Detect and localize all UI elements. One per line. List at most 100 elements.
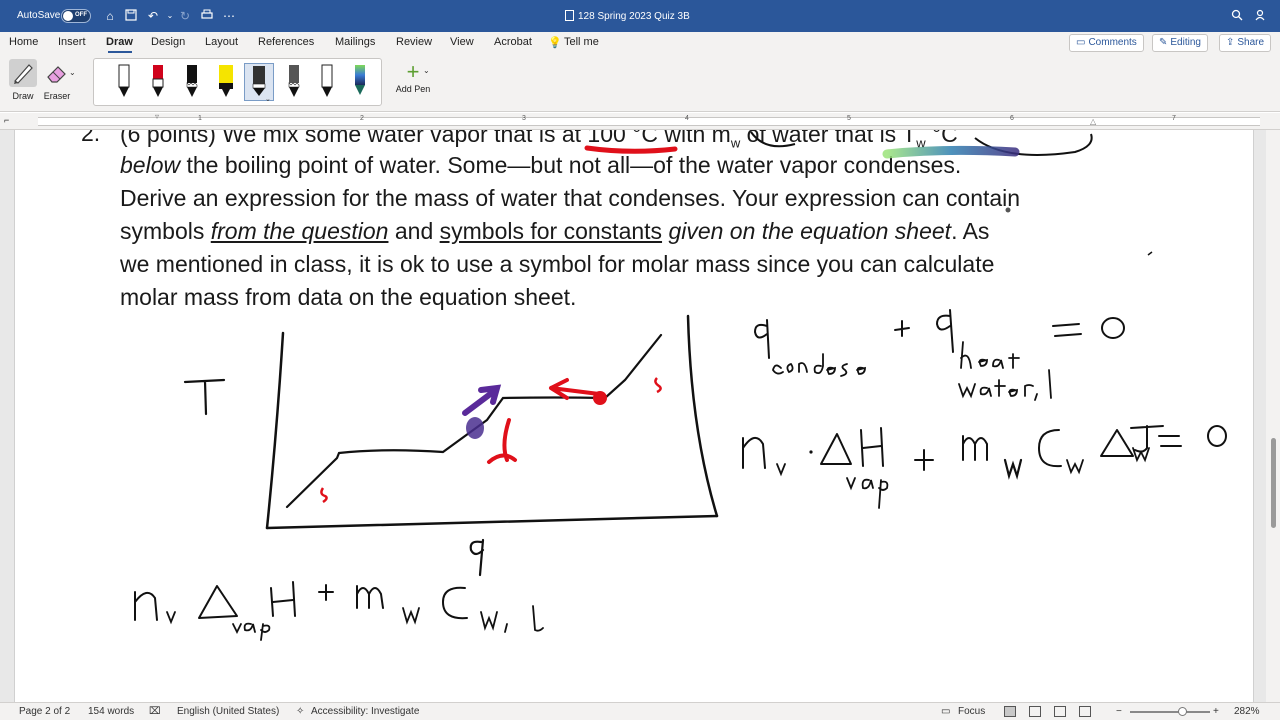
ruler-track[interactable] <box>38 117 1260 126</box>
print-icon[interactable] <box>200 9 214 23</box>
eraser-tool-button[interactable]: Eraser <box>40 59 74 109</box>
eraser-dropdown-icon[interactable]: ⌄ <box>69 68 76 77</box>
tab-draw[interactable]: Draw <box>106 36 133 48</box>
pen-galaxy[interactable] <box>347 63 373 101</box>
comments-button[interactable]: ▭ Comments <box>1069 34 1144 52</box>
draw-tool-button[interactable]: Draw <box>6 59 40 109</box>
more-options-icon[interactable]: ⋯ <box>222 9 236 23</box>
eq1-heat <box>960 341 1020 369</box>
line0-end: °C <box>925 130 958 147</box>
undo-dropdown-icon[interactable]: ⌄ <box>163 9 177 23</box>
eq2-w-sub <box>1003 458 1023 480</box>
language-status[interactable]: English (United States) <box>177 706 279 717</box>
scrollbar-thumb[interactable] <box>1271 438 1276 528</box>
tab-acrobat[interactable]: Acrobat <box>494 36 532 48</box>
vertical-scrollbar[interactable] <box>1266 130 1280 702</box>
editing-label: Editing <box>1170 37 1201 48</box>
add-pen-label: Add Pen <box>395 84 431 94</box>
eq2-dot <box>809 450 813 454</box>
eq1-q <box>753 319 770 359</box>
eq2-zero <box>1207 425 1227 447</box>
eq1-condense <box>772 353 866 377</box>
autosave-toggle[interactable]: OFF <box>61 9 91 23</box>
eraser-label: Eraser <box>43 91 71 101</box>
ruler: ⌐ 1 2 3 4 5 6 7 ▿ △ <box>0 112 1280 130</box>
ruler-number: 2 <box>360 115 364 122</box>
heating-curve <box>285 333 663 509</box>
highlighter-yellow[interactable] <box>213 63 239 101</box>
accessibility-status[interactable]: Accessibility: Investigate <box>311 706 419 717</box>
ruler-number: 4 <box>685 115 689 122</box>
account-icon[interactable] <box>1254 9 1268 23</box>
search-icon[interactable] <box>1230 9 1244 23</box>
page-count[interactable]: Page 2 of 2 <box>19 706 70 717</box>
question-line-1: below the boiling point of water. Some—b… <box>120 151 961 179</box>
eraser-icon <box>43 59 71 87</box>
tab-layout[interactable]: Layout <box>205 36 238 48</box>
pencil-black[interactable] <box>179 63 205 101</box>
ruler-number: 1 <box>198 115 202 122</box>
tab-review[interactable]: Review <box>396 36 432 48</box>
home-icon[interactable]: ⌂ <box>103 9 117 23</box>
pen-fine-black[interactable] <box>314 63 340 101</box>
pen-dark-selected[interactable]: ⌄ <box>244 63 274 103</box>
tab-stop-icon[interactable]: ⌐ <box>4 115 9 125</box>
status-bar: Page 2 of 2 154 words ⌧ English (United … <box>0 702 1280 720</box>
zoom-in-button[interactable]: + <box>1213 706 1219 717</box>
line3-b: from the question <box>210 218 389 244</box>
proofing-icon[interactable]: ⌧ <box>149 706 161 717</box>
redo-icon[interactable]: ↻ <box>178 9 192 23</box>
accessibility-icon: ✧ <box>296 706 305 717</box>
undo-icon[interactable]: ↶ <box>146 9 160 23</box>
graph-left-axis <box>265 331 285 530</box>
zoom-slider-knob[interactable] <box>1178 707 1187 716</box>
share-button[interactable]: ⇪ Share <box>1219 34 1272 52</box>
eq1-q2 <box>935 309 954 353</box>
tab-design[interactable]: Design <box>151 36 185 48</box>
eq1-zero <box>1101 317 1125 339</box>
pencil-gray[interactable] <box>281 63 307 101</box>
pen-red[interactable] <box>145 63 171 101</box>
line0-rest: of water that is T <box>740 130 917 147</box>
document-title: 128 Spring 2023 Quiz 3B <box>565 10 690 22</box>
add-pen-dropdown-icon[interactable]: ⌄ <box>423 66 430 75</box>
pencil-icon: ✎ <box>1159 37 1168 48</box>
eq2-m <box>962 435 988 461</box>
line0-text: (6 points) We mix some water vapor that … <box>120 130 731 147</box>
question-line-5: molar mass from data on the equation she… <box>120 284 577 310</box>
indent-marker[interactable]: ▿ <box>155 112 159 121</box>
focus-button[interactable]: Focus <box>958 706 985 717</box>
zoom-level[interactable]: 282% <box>1234 706 1260 717</box>
right-indent-marker[interactable]: △ <box>1090 117 1096 126</box>
tab-home[interactable]: Home <box>9 36 38 48</box>
title-bar: AutoSave OFF ⌂ ↶ ⌄ ↻ ⋯ 128 Spring 2023 Q… <box>0 0 1280 32</box>
save-icon[interactable] <box>124 9 138 23</box>
eq2-w-sub3 <box>1132 447 1150 463</box>
word-count[interactable]: 154 words <box>88 706 134 717</box>
tab-insert[interactable]: Insert <box>58 36 86 48</box>
eq1-equals <box>1052 323 1082 337</box>
read-mode-view-icon[interactable] <box>1054 706 1066 717</box>
eq2-n <box>742 437 766 469</box>
document-page[interactable]: 2. (6 points) We mix some water vapor th… <box>14 130 1254 702</box>
tab-view[interactable]: View <box>450 36 474 48</box>
line0-subscript: w <box>730 135 741 151</box>
zoom-slider[interactable] <box>1130 711 1210 713</box>
print-layout-view-icon[interactable] <box>1004 706 1016 717</box>
svg-text:⌄: ⌄ <box>265 96 271 102</box>
tab-mailings[interactable]: Mailings <box>335 36 375 48</box>
zoom-out-button[interactable]: − <box>1116 706 1122 717</box>
tab-references[interactable]: References <box>258 36 314 48</box>
ruler-number: 6 <box>1010 115 1014 122</box>
outline-view-icon[interactable] <box>1079 706 1091 717</box>
eq2-plus <box>914 449 934 471</box>
tell-me-field[interactable]: Tell me <box>564 36 599 48</box>
comment-icon: ▭ <box>1076 37 1086 48</box>
web-layout-view-icon[interactable] <box>1029 706 1041 717</box>
editing-button[interactable]: ✎ Editing <box>1152 34 1208 52</box>
eq3-plus <box>318 584 334 601</box>
pen-black[interactable] <box>111 63 137 101</box>
eq3-H <box>270 581 296 617</box>
pen-gallery: ⌄ <box>93 58 382 106</box>
eq2-C <box>1037 429 1062 468</box>
